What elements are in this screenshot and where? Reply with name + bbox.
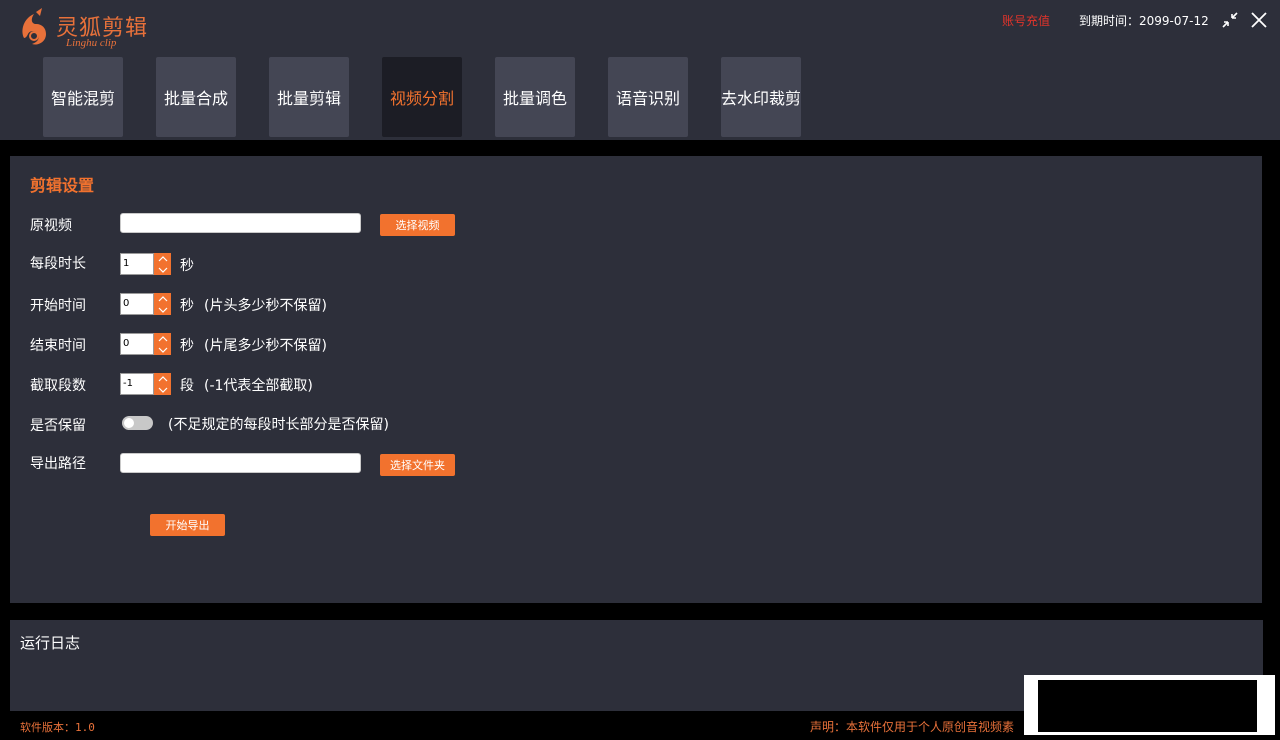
expire-date: 到期时间：2099-07-12 [1079, 14, 1209, 28]
tab-speech-recognition[interactable]: 语音识别 [608, 57, 688, 137]
chevron-down-icon [158, 387, 167, 393]
increment-button[interactable] [154, 333, 171, 344]
segment-length-value[interactable]: 1 [120, 253, 154, 275]
segment-length-unit: 秒 [180, 258, 194, 274]
end-time-stepper[interactable]: 0 [120, 333, 171, 355]
segment-length-stepper[interactable]: 1 [120, 253, 171, 275]
tab-video-split[interactable]: 视频分割 [382, 57, 462, 137]
start-time-value[interactable]: 0 [120, 293, 154, 315]
decrement-button[interactable] [154, 344, 171, 355]
decrement-button[interactable] [154, 384, 171, 395]
close-icon [1251, 12, 1267, 28]
decrement-button[interactable] [154, 304, 171, 315]
chevron-up-icon [158, 295, 167, 301]
recharge-link[interactable]: 账号充值 [1002, 12, 1050, 29]
app-logo: 灵狐剪辑 Linghu clip [18, 8, 148, 52]
keep-remainder-label: 是否保留 [30, 418, 86, 434]
keep-remainder-toggle[interactable] [122, 416, 153, 430]
end-time-value[interactable]: 0 [120, 333, 154, 355]
log-title: 运行日志 [20, 634, 81, 652]
tab-batch-merge[interactable]: 批量合成 [156, 57, 236, 137]
end-time-hint: (片尾多少秒不保留) [204, 338, 327, 354]
chevron-up-icon [158, 255, 167, 261]
chevron-down-icon [158, 347, 167, 353]
segment-count-spin [154, 373, 171, 395]
close-button[interactable] [1249, 10, 1269, 30]
select-video-button[interactable]: 选择视频 [380, 214, 455, 236]
start-time-hint: (片头多少秒不保留) [204, 298, 327, 314]
end-time-unit: 秒 [180, 338, 194, 354]
increment-button[interactable] [154, 253, 171, 264]
start-time-stepper[interactable]: 0 [120, 293, 171, 315]
start-time-label: 开始时间 [30, 298, 86, 314]
increment-button[interactable] [154, 293, 171, 304]
select-folder-button[interactable]: 选择文件夹 [380, 454, 455, 476]
settings-panel: 剪辑设置 原视频 选择视频 每段时长 1 秒 开始时间 0 秒 (片头多少秒不保… [10, 156, 1262, 603]
tab-batch-color[interactable]: 批量调色 [495, 57, 575, 137]
start-time-unit: 秒 [180, 298, 194, 314]
tab-batch-edit[interactable]: 批量剪辑 [269, 57, 349, 137]
chevron-up-icon [158, 375, 167, 381]
start-export-button[interactable]: 开始导出 [150, 514, 225, 536]
source-video-label: 原视频 [30, 218, 72, 234]
segment-count-unit: 段 [180, 378, 194, 394]
increment-button[interactable] [154, 373, 171, 384]
overlay-box [1024, 675, 1275, 735]
header: 灵狐剪辑 Linghu clip 账号充值 到期时间：2099-07-12 智能… [0, 0, 1280, 140]
tab-watermark-crop[interactable]: 去水印裁剪 [721, 57, 801, 137]
tab-smart-mix[interactable]: 智能混剪 [43, 57, 123, 137]
chevron-down-icon [158, 267, 167, 273]
logo-subtitle: Linghu clip [66, 37, 117, 49]
chevron-up-icon [158, 335, 167, 341]
chevron-down-icon [158, 307, 167, 313]
segment-length-spin [154, 253, 171, 275]
segment-count-value[interactable]: -1 [120, 373, 154, 395]
toggle-knob [124, 418, 134, 428]
overlay-inner [1038, 680, 1257, 732]
decrement-button[interactable] [154, 264, 171, 275]
export-path-label: 导出路径 [30, 456, 86, 472]
start-time-spin [154, 293, 171, 315]
segment-count-label: 截取段数 [30, 378, 86, 394]
settings-title: 剪辑设置 [30, 176, 95, 195]
segment-count-stepper[interactable]: -1 [120, 373, 171, 395]
end-time-spin [154, 333, 171, 355]
software-version: 软件版本：1.0 [20, 721, 95, 734]
source-video-input[interactable] [120, 213, 361, 233]
fox-logo-icon [22, 8, 46, 45]
export-path-input[interactable] [120, 453, 361, 473]
minimize-button[interactable] [1220, 10, 1240, 30]
keep-remainder-hint: (不足规定的每段时长部分是否保留) [168, 417, 389, 433]
segment-count-hint: (-1代表全部截取) [204, 378, 313, 394]
segment-length-label: 每段时长 [30, 256, 86, 272]
collapse-icon [1222, 12, 1238, 28]
disclaimer-text: 声明：本软件仅用于个人原创音视频素 [810, 720, 1015, 734]
end-time-label: 结束时间 [30, 338, 86, 354]
